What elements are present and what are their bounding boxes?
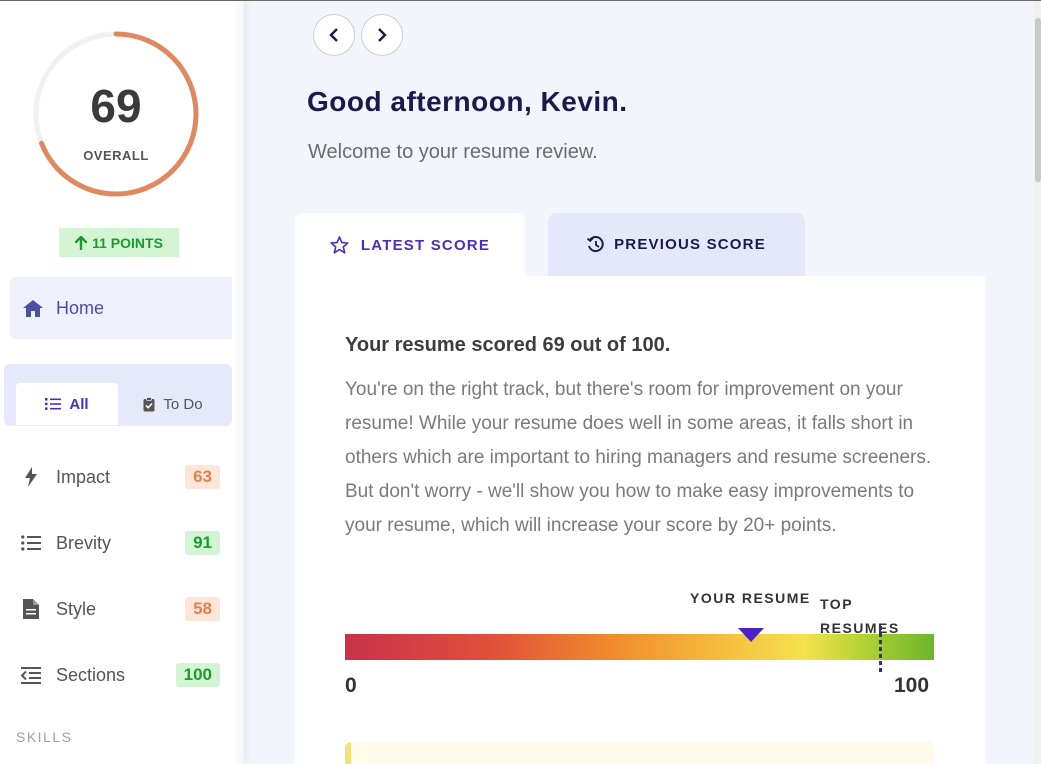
star-icon [330,236,349,254]
skills-section-heading: SKILLS [16,729,73,745]
list-icon [45,398,62,410]
score-badge: 91 [185,531,220,555]
document-icon [20,598,42,620]
score-bar-min: 0 [345,674,357,697]
arrow-up-icon [75,235,88,250]
your-resume-label: YOUR RESUME [690,590,811,606]
sidebar: 69 OVERALL 11 POINTS Home All To Do Impa… [0,1,244,764]
score-badge: 58 [185,597,220,621]
tip-callout [345,742,934,764]
scrollbar-thumb[interactable] [1035,18,1041,182]
your-resume-marker-icon [738,628,765,642]
filter-todo-tab[interactable]: To Do [122,383,224,425]
sidebar-item-label: Sections [56,664,126,685]
score-badge: 100 [175,663,220,687]
list-icon [20,532,42,554]
score-summary-text: You're on the right track, but there's r… [345,379,932,536]
chevron-left-icon [329,28,338,42]
sections-icon [20,664,42,686]
filter-all-tab[interactable]: All [16,383,118,425]
page-subtitle: Welcome to your resume review. [308,141,598,163]
sidebar-item-label: Brevity [56,532,112,553]
page-title: Good afternoon, Kevin. [307,86,628,117]
forward-button[interactable] [361,14,403,56]
tab-previous-score[interactable]: PREVIOUS SCORE [548,213,805,276]
overall-score: 69 [90,80,142,132]
sidebar-item-label: Style [56,598,97,619]
filter-all-label: All [69,395,89,413]
filter-todo-label: To Do [163,395,203,413]
sidebar-item-home-label: Home [56,297,105,318]
top-resumes-label: TOP RESUMES [820,596,900,636]
lightning-icon [20,466,42,488]
back-button[interactable] [313,14,355,56]
tab-latest-score[interactable]: LATEST SCORE [295,213,525,277]
chevron-right-icon [378,28,387,42]
score-bar-max: 100 [894,674,930,697]
sidebar-item-impact[interactable]: Impact 63 [20,462,220,492]
points-change-text: 11 POINTS [92,234,163,251]
sidebar-item-style[interactable]: Style 58 [20,594,220,624]
sidebar-item-label: Impact [56,466,111,487]
sidebar-item-brevity[interactable]: Brevity 91 [20,528,220,558]
score-summary-title: Your resume scored 69 out of 100. [345,334,671,356]
points-change-badge: 11 POINTS [59,228,179,257]
sidebar-edge [232,1,244,764]
score-badge: 63 [185,465,220,489]
category-filter: All To Do [4,364,232,426]
tab-latest-label: LATEST SCORE [360,236,491,254]
score-gradient-bar [345,634,934,660]
clipboard-check-icon [143,396,155,411]
history-icon [587,236,604,253]
sidebar-item-sections[interactable]: Sections 100 [20,660,220,690]
top-resumes-marker [879,626,883,672]
sidebar-item-home[interactable]: Home [10,277,238,339]
overall-label: OVERALL [83,148,149,163]
tab-previous-label: PREVIOUS SCORE [614,236,766,253]
home-icon [23,300,43,317]
